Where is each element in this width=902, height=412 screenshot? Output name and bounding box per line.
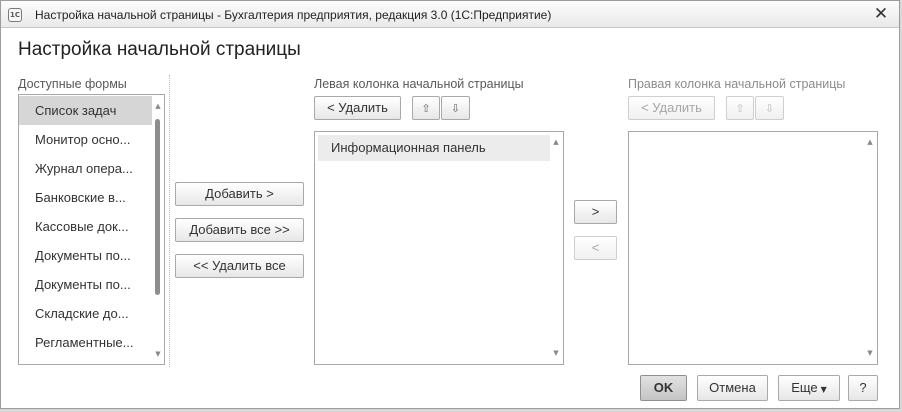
- scroll-down-icon[interactable]: ▼: [552, 349, 560, 357]
- down-arrow-icon: ⇩: [764, 102, 775, 115]
- list-item[interactable]: Банковские в...: [19, 183, 152, 212]
- settings-window: 1С Настройка начальной страницы - Бухгал…: [0, 0, 900, 409]
- scroll-up-icon[interactable]: ▲: [154, 102, 162, 110]
- scroll-down-icon[interactable]: ▼: [154, 350, 162, 358]
- help-button[interactable]: ?: [848, 375, 878, 401]
- list-item[interactable]: Регламентные...: [19, 328, 152, 357]
- up-arrow-icon: ⇧: [735, 102, 745, 115]
- right-column-label: Правая колонка начальной страницы: [628, 77, 846, 91]
- list-item[interactable]: Журнал опера...: [19, 154, 152, 183]
- list-item[interactable]: Информационная панель: [318, 135, 550, 161]
- add-button[interactable]: Добавить >: [175, 182, 304, 206]
- scroll-up-icon[interactable]: ▲: [866, 138, 874, 146]
- scroll-thumb[interactable]: [155, 119, 160, 295]
- list-item[interactable]: Монитор осно...: [19, 125, 152, 154]
- left-move-up-button[interactable]: ⇧: [412, 96, 440, 120]
- scroll-up-icon[interactable]: ▲: [552, 138, 560, 146]
- app-logo-icon: 1С: [8, 8, 22, 22]
- left-move-down-button[interactable]: ⇩: [441, 96, 470, 120]
- divider: [169, 75, 170, 367]
- window-title: Настройка начальной страницы - Бухгалтер…: [35, 8, 552, 22]
- right-remove-button[interactable]: < Удалить: [628, 96, 715, 120]
- move-to-right-button[interactable]: >: [574, 200, 617, 224]
- ok-button[interactable]: OK: [640, 375, 687, 401]
- more-button[interactable]: Еще ▼: [778, 375, 840, 401]
- available-forms-label: Доступные формы: [18, 77, 127, 91]
- list-item[interactable]: Складские до...: [19, 299, 152, 328]
- left-column-label: Левая колонка начальной страницы: [314, 77, 524, 91]
- forms-scrollbar[interactable]: ▲ ▼: [152, 95, 164, 364]
- list-item[interactable]: Список задач: [19, 96, 152, 125]
- page-title: Настройка начальной страницы: [18, 39, 301, 60]
- right-move-down-button[interactable]: ⇩: [755, 96, 784, 120]
- list-item[interactable]: Документы по...: [19, 241, 152, 270]
- right-column-list[interactable]: ▲ ▼: [628, 131, 878, 365]
- chevron-down-icon: ▼: [820, 385, 827, 394]
- left-remove-button[interactable]: < Удалить: [314, 96, 401, 120]
- list-item[interactable]: Кассовые док...: [19, 212, 152, 241]
- left-column-list[interactable]: Информационная панель ▲ ▼: [314, 131, 564, 365]
- move-to-left-button[interactable]: <: [574, 236, 617, 260]
- list-item[interactable]: Документы по...: [19, 270, 152, 299]
- add-all-button[interactable]: Добавить все >>: [175, 218, 304, 242]
- more-label: Еще: [791, 380, 818, 395]
- remove-all-button[interactable]: << Удалить все: [175, 254, 304, 278]
- close-icon[interactable]: ✕: [873, 5, 889, 23]
- up-arrow-icon: ⇧: [421, 102, 431, 115]
- cancel-button[interactable]: Отмена: [697, 375, 768, 401]
- title-bar: 1С Настройка начальной страницы - Бухгал…: [1, 1, 899, 28]
- scroll-down-icon[interactable]: ▼: [866, 349, 874, 357]
- down-arrow-icon: ⇩: [450, 102, 461, 115]
- right-move-up-button[interactable]: ⇧: [726, 96, 754, 120]
- available-forms-list[interactable]: Список задач Монитор осно... Журнал опер…: [18, 94, 165, 365]
